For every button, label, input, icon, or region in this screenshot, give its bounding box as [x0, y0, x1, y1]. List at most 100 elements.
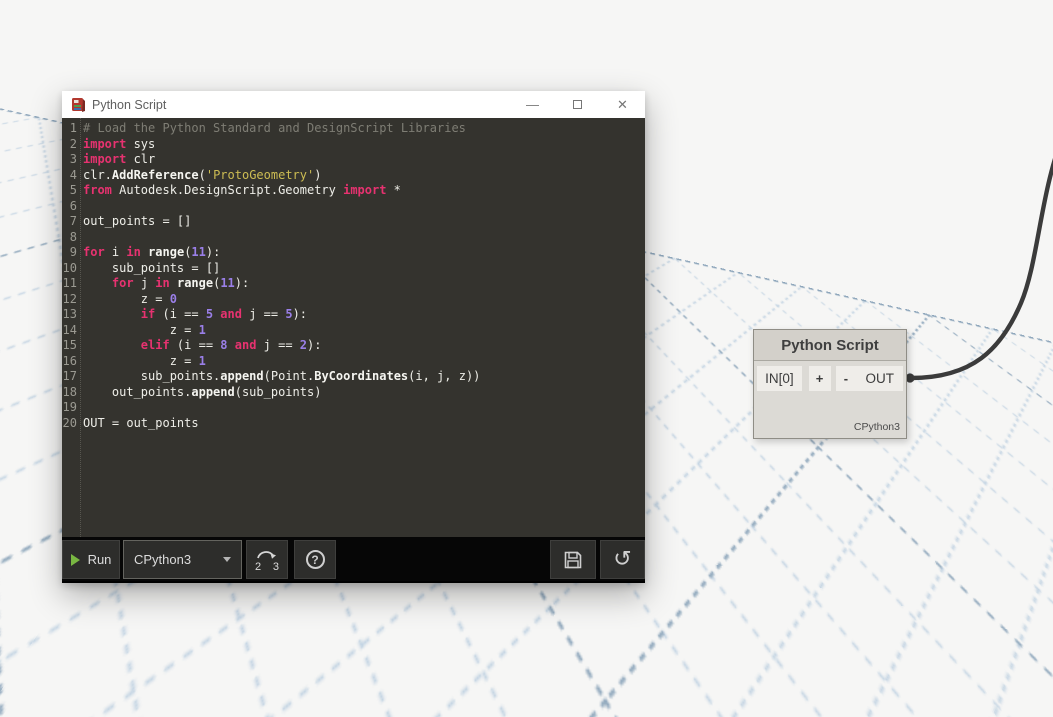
code-line: 16 z = 1 [62, 354, 645, 370]
node-title: Python Script [781, 336, 879, 354]
code-line-text: sub_points = [] [83, 260, 221, 275]
window-titlebar[interactable]: Python Script — ✕ [62, 91, 645, 118]
play-icon [70, 553, 80, 566]
code-line-text: z = 1 [83, 322, 206, 337]
code-line: 17 sub_points.append(Point.ByCoordinates… [62, 369, 645, 385]
line-number: 17 [62, 369, 77, 383]
output-port-out[interactable]: OUT [856, 365, 904, 391]
engine-dropdown[interactable]: CPython3 [123, 540, 242, 579]
help-button[interactable]: ? [294, 540, 336, 579]
line-number: 20 [62, 415, 77, 430]
python2to3-migration-button[interactable]: 2 3 [246, 540, 288, 579]
code-line-text: for j in range(11): [111, 276, 250, 290]
code-line-text: from Autodesk.DesignScript.Geometry impo… [83, 183, 401, 197]
code-line: 12 z = 0 [62, 292, 645, 308]
code-line-text: OUT = out_points [83, 415, 199, 430]
line-number: 10 [62, 260, 77, 275]
revert-button[interactable]: ↺ [600, 540, 645, 579]
revert-icon: ↺ [613, 547, 632, 572]
code-line: 13 if (i == 5 and j == 5): [62, 307, 645, 323]
line-number: 15 [62, 338, 77, 352]
code-line-text: if (i == 5 and j == 5): [140, 307, 308, 321]
code-lines: 1 # Load the Python Standard and DesignSc… [62, 121, 645, 431]
code-line-text: for i in range(11): [83, 245, 221, 259]
line-number: 3 [69, 152, 77, 166]
code-line: 11 for j in range(11): [62, 276, 645, 292]
run-label: Run [87, 552, 112, 567]
line-number: 4 [69, 167, 77, 182]
line-number: 5 [69, 183, 77, 197]
code-line: 3 import clr [62, 152, 645, 168]
line-number: 11 [62, 276, 77, 290]
question-icon: ? [305, 550, 325, 569]
window-title: Python Script [92, 97, 167, 112]
close-icon: ✕ [617, 96, 628, 112]
output-port-label: OUT [865, 370, 894, 386]
remove-input-button[interactable]: - [835, 365, 857, 391]
code-line: 20 OUT = out_points [62, 416, 645, 432]
gutter-separator [80, 118, 81, 537]
python-script-window-icon [72, 97, 85, 112]
code-line: 2 import sys [62, 137, 645, 153]
code-line: 1 # Load the Python Standard and DesignSc… [62, 121, 645, 137]
code-line: 18 out_points.append(sub_points) [62, 385, 645, 401]
code-line-text: elif (i == 8 and j == 2): [140, 338, 322, 352]
code-line-text: sub_points.append(Point.ByCoordinates(i,… [83, 369, 481, 383]
code-line-text: z = 1 [83, 353, 206, 368]
code-line: 14 z = 1 [62, 323, 645, 339]
add-input-button[interactable]: + [808, 365, 831, 391]
line-number: 9 [69, 245, 77, 259]
line-number: 13 [62, 307, 77, 321]
chevron-down-icon [223, 557, 231, 562]
engine-label: CPython3 [134, 552, 192, 567]
run-button[interactable]: Run [62, 540, 120, 579]
minimize-icon: — [526, 97, 539, 112]
line-number: 1 [69, 121, 77, 135]
code-line-text: out_points = [] [83, 214, 192, 228]
line-number: 6 [69, 198, 77, 213]
code-line: 5 from Autodesk.DesignScript.Geometry imp… [62, 183, 645, 199]
code-line: 4 clr.AddReference('ProtoGeometry') [62, 168, 645, 184]
line-number: 8 [69, 229, 77, 244]
code-line-text: out_points.append(sub_points) [83, 384, 322, 399]
code-line: 9 for i in range(11): [62, 245, 645, 261]
code-line-text: # Load the Python Standard and DesignScr… [83, 121, 466, 135]
code-line: 6 [62, 199, 645, 215]
close-button[interactable]: ✕ [600, 91, 645, 118]
input-port-label: IN[0] [765, 370, 794, 386]
node-header[interactable]: Python Script [754, 330, 906, 361]
line-number: 7 [69, 214, 77, 228]
line-number: 2 [69, 136, 77, 151]
python-script-node[interactable]: Python Script IN[0] + - OUT CPython3 [753, 329, 907, 439]
editor-toolbar: Run CPython3 2 3 ? ↺ [62, 537, 645, 581]
code-line: 15 elif (i == 8 and j == 2): [62, 338, 645, 354]
code-line: 19 [62, 400, 645, 416]
save-icon [564, 551, 582, 568]
node-ports-row: IN[0] + - OUT [754, 361, 906, 391]
python2to3-icon: 2 3 [254, 547, 280, 573]
line-number: 19 [62, 400, 77, 414]
line-number: 16 [62, 353, 77, 368]
line-number: 12 [62, 291, 77, 306]
input-port-in0[interactable]: IN[0] [757, 365, 802, 391]
minus-icon: - [843, 370, 849, 386]
code-line-text: import clr [83, 152, 156, 166]
code-line: 8 [62, 230, 645, 246]
line-number: 14 [62, 322, 77, 337]
maximize-button[interactable] [555, 91, 600, 118]
code-editor[interactable]: 1 # Load the Python Standard and DesignSc… [62, 118, 645, 537]
python-script-editor-window: Python Script — ✕ 1 # Load the Python Sta… [62, 91, 645, 583]
node-engine-badge: CPython3 [853, 421, 900, 433]
code-line: 10 sub_points = [] [62, 261, 645, 277]
plus-icon: + [815, 370, 824, 386]
minimize-button[interactable]: — [510, 91, 555, 118]
code-line-text: z = 0 [83, 291, 177, 306]
maximize-icon [573, 100, 582, 109]
code-line-text: clr.AddReference('ProtoGeometry') [83, 167, 322, 182]
code-line-text: import sys [83, 136, 156, 151]
save-button[interactable] [550, 540, 596, 579]
